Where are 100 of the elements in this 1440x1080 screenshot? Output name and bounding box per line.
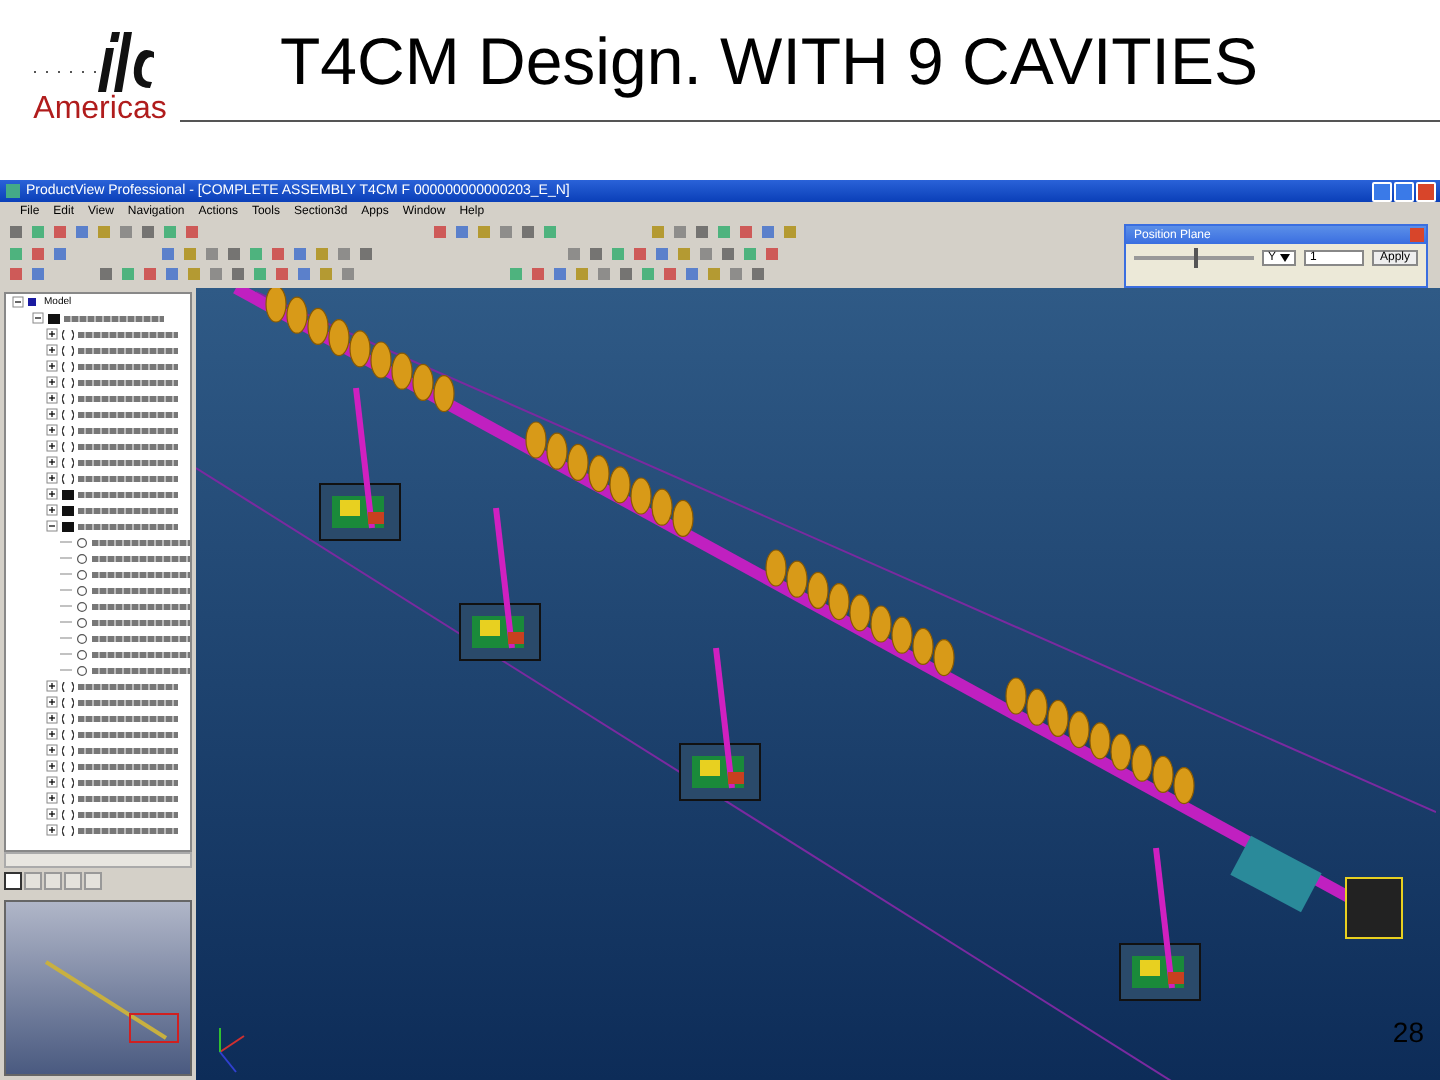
blurred-label-drawing[interactable] xyxy=(92,555,190,561)
blurred-label-drawing[interactable] xyxy=(78,763,178,769)
expand-icon[interactable] xyxy=(46,408,58,420)
caret-icon xyxy=(1280,254,1290,262)
assembly-icon xyxy=(48,313,60,323)
blurred-label-drawing[interactable] xyxy=(78,811,178,817)
expand-icon[interactable] xyxy=(46,392,58,404)
circle-icon xyxy=(76,633,88,643)
blurred-label-drawing[interactable] xyxy=(78,699,178,705)
circle-icon xyxy=(76,601,88,611)
expand-icon[interactable] xyxy=(46,344,58,356)
blurred-label-drawing[interactable] xyxy=(92,571,190,577)
blurred-label-drawing[interactable] xyxy=(92,603,190,609)
blurred-label-drawing[interactable] xyxy=(92,667,190,673)
blurred-label-drawing[interactable] xyxy=(78,779,178,785)
circle-icon xyxy=(76,665,88,675)
part-icon xyxy=(62,345,74,355)
part-icon xyxy=(62,745,74,755)
circle-icon xyxy=(76,617,88,627)
expand-icon[interactable] xyxy=(46,376,58,388)
blurred-label-drawing[interactable] xyxy=(78,795,178,801)
expand-icon[interactable] xyxy=(46,776,58,788)
part-icon xyxy=(62,825,74,835)
part-icon xyxy=(62,793,74,803)
expand-icon[interactable] xyxy=(46,504,58,516)
blurred-label-drawing[interactable] xyxy=(78,459,178,465)
expand-icon[interactable] xyxy=(46,360,58,372)
expand-icon[interactable] xyxy=(46,824,58,836)
expand-icon[interactable] xyxy=(46,712,58,724)
circle-icon xyxy=(76,649,88,659)
part-icon xyxy=(62,697,74,707)
blurred-label-drawing[interactable] xyxy=(78,443,178,449)
part-icon xyxy=(62,329,74,339)
expand-icon[interactable] xyxy=(46,328,58,340)
blurred-label-drawing[interactable] xyxy=(78,347,178,353)
blurred-label-drawing[interactable] xyxy=(78,379,178,385)
expand-icon[interactable] xyxy=(46,680,58,692)
expand-icon[interactable] xyxy=(46,472,58,484)
blurred-label-drawing[interactable] xyxy=(78,475,178,481)
circle-icon xyxy=(76,585,88,595)
blurred-label-drawing[interactable] xyxy=(78,411,178,417)
part-icon xyxy=(62,457,74,467)
part-icon xyxy=(62,377,74,387)
expand-icon[interactable] xyxy=(46,808,58,820)
expand-icon[interactable] xyxy=(46,424,58,436)
blurred-label-drawing[interactable] xyxy=(78,683,178,689)
collapse-icon[interactable] xyxy=(46,520,58,532)
part-icon xyxy=(62,425,74,435)
part-icon xyxy=(62,473,74,483)
blurred-label-drawing[interactable] xyxy=(78,331,178,337)
part-icon xyxy=(62,361,74,371)
collapse-icon[interactable] xyxy=(12,296,24,308)
collapse-icon[interactable] xyxy=(32,312,44,324)
close-button[interactable] xyxy=(1416,181,1436,201)
blurred-label-drawing[interactable] xyxy=(92,619,190,625)
part-icon xyxy=(62,441,74,451)
logo-caption: Americas xyxy=(33,92,167,128)
blurred-label-drawing[interactable] xyxy=(78,491,178,497)
page-number: 28 xyxy=(1392,1016,1424,1048)
part-icon xyxy=(62,681,74,691)
circle-icon xyxy=(76,553,88,563)
expand-icon[interactable] xyxy=(46,696,58,708)
blurred-label-drawing[interactable] xyxy=(78,747,178,753)
blurred-label-drawing[interactable] xyxy=(92,651,190,657)
blurred-label-drawing[interactable] xyxy=(78,731,178,737)
expand-icon[interactable] xyxy=(46,792,58,804)
model-icon xyxy=(28,297,40,307)
blurred-label-drawing[interactable] xyxy=(78,363,178,369)
blurred-label-drawing[interactable] xyxy=(92,539,190,545)
expand-icon[interactable] xyxy=(46,488,58,500)
part-icon xyxy=(62,729,74,739)
expand-icon[interactable] xyxy=(46,440,58,452)
expand-icon[interactable] xyxy=(46,456,58,468)
slide-title: T4CM Design. WITH 9 CAVITIES xyxy=(278,22,1258,102)
blurred-label-drawing[interactable] xyxy=(78,507,178,513)
part-icon xyxy=(62,393,74,403)
panel-tab[interactable] xyxy=(4,872,22,891)
circle-icon xyxy=(76,569,88,579)
part-icon xyxy=(62,777,74,787)
blurred-label-drawing[interactable] xyxy=(92,587,190,593)
axis-triad-icon xyxy=(219,1027,245,1073)
app-icon xyxy=(6,184,20,198)
blurred-label-drawing[interactable] xyxy=(64,315,164,321)
blurred-label-drawing[interactable] xyxy=(78,523,178,529)
part-icon xyxy=(62,713,74,723)
part-icon xyxy=(62,809,74,819)
minimize-button[interactable] xyxy=(1372,181,1392,201)
blurred-label-drawing[interactable] xyxy=(78,715,178,721)
slider-thumb[interactable] xyxy=(1193,248,1198,268)
blurred-label-drawing[interactable] xyxy=(78,427,178,433)
part-icon xyxy=(62,409,74,419)
maximize-button[interactable] xyxy=(1394,181,1414,201)
blurred-label-drawing[interactable] xyxy=(78,395,178,401)
expand-icon[interactable] xyxy=(46,760,58,772)
expand-icon[interactable] xyxy=(46,728,58,740)
blurred-label-drawing[interactable] xyxy=(78,827,178,833)
circle-icon xyxy=(76,537,88,547)
expand-icon[interactable] xyxy=(46,744,58,756)
blurred-label-drawing[interactable] xyxy=(92,635,190,641)
part-icon xyxy=(62,761,74,771)
